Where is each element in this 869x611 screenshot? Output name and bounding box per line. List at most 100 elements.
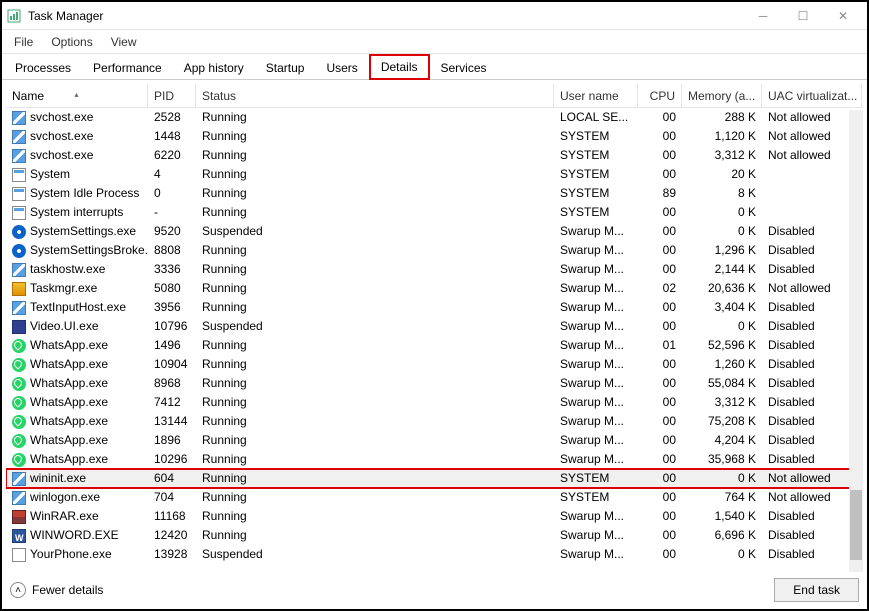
- process-icon: [12, 358, 26, 372]
- header-pid[interactable]: PID: [148, 84, 196, 108]
- table-row[interactable]: Video.UI.exe10796SuspendedSwarup M...000…: [6, 317, 863, 336]
- process-uac: Not allowed: [762, 108, 862, 127]
- process-pid: 704: [148, 488, 196, 507]
- header-status[interactable]: Status: [196, 84, 554, 108]
- menu-view[interactable]: View: [111, 35, 137, 49]
- tab-details[interactable]: Details: [369, 54, 430, 80]
- minimize-button[interactable]: ─: [743, 5, 783, 27]
- header-memory[interactable]: Memory (a...: [682, 84, 762, 108]
- process-cpu: 00: [638, 469, 682, 488]
- process-cpu: 00: [638, 298, 682, 317]
- tab-app-history[interactable]: App history: [173, 56, 255, 79]
- tab-startup[interactable]: Startup: [255, 56, 316, 79]
- table-row[interactable]: WhatsApp.exe10904RunningSwarup M...001,2…: [6, 355, 863, 374]
- end-task-button[interactable]: End task: [774, 578, 859, 602]
- header-name[interactable]: Name▴: [6, 84, 148, 108]
- close-button[interactable]: ✕: [823, 5, 863, 27]
- process-cpu: 00: [638, 127, 682, 146]
- table-row[interactable]: WhatsApp.exe1896RunningSwarup M...004,20…: [6, 431, 863, 450]
- process-uac: Disabled: [762, 336, 862, 355]
- table-row[interactable]: SystemSettings.exe9520SuspendedSwarup M.…: [6, 222, 863, 241]
- process-pid: 7412: [148, 393, 196, 412]
- process-name: WhatsApp.exe: [30, 431, 108, 450]
- table-row[interactable]: YourPhone.exe13928SuspendedSwarup M...00…: [6, 545, 863, 564]
- tab-processes[interactable]: Processes: [4, 56, 82, 79]
- process-name: WinRAR.exe: [30, 507, 99, 526]
- menu-file[interactable]: File: [14, 35, 33, 49]
- table-row[interactable]: wininit.exe604RunningSYSTEM000 KNot allo…: [6, 469, 863, 488]
- process-user: LOCAL SE...: [554, 108, 638, 127]
- process-cpu: 00: [638, 431, 682, 450]
- process-name: TextInputHost.exe: [30, 298, 126, 317]
- tab-services[interactable]: Services: [430, 56, 498, 79]
- table-row[interactable]: WhatsApp.exe13144RunningSwarup M...0075,…: [6, 412, 863, 431]
- process-pid: 13928: [148, 545, 196, 564]
- fewer-details-toggle[interactable]: ˄ Fewer details: [10, 582, 103, 598]
- table-row[interactable]: WinRAR.exe11168RunningSwarup M...001,540…: [6, 507, 863, 526]
- table-row[interactable]: WhatsApp.exe7412RunningSwarup M...003,31…: [6, 393, 863, 412]
- process-name: svchost.exe: [30, 127, 93, 146]
- tab-users[interactable]: Users: [315, 56, 368, 79]
- process-cpu: 00: [638, 241, 682, 260]
- process-name: WhatsApp.exe: [30, 355, 108, 374]
- table-row[interactable]: System Idle Process0RunningSYSTEM898 K: [6, 184, 863, 203]
- title-bar: Task Manager ─ ☐ ✕: [2, 2, 867, 30]
- table-row[interactable]: taskhostw.exe3336RunningSwarup M...002,1…: [6, 260, 863, 279]
- tab-performance[interactable]: Performance: [82, 56, 173, 79]
- process-uac: Disabled: [762, 355, 862, 374]
- process-cpu: 00: [638, 450, 682, 469]
- table-row[interactable]: winlogon.exe704RunningSYSTEM00764 KNot a…: [6, 488, 863, 507]
- process-pid: 11168: [148, 507, 196, 526]
- process-name: Video.UI.exe: [30, 317, 99, 336]
- process-cpu: 01: [638, 336, 682, 355]
- table-row[interactable]: System interrupts-RunningSYSTEM000 K: [6, 203, 863, 222]
- process-icon: [12, 263, 26, 277]
- table-row[interactable]: svchost.exe1448RunningSYSTEM001,120 KNot…: [6, 127, 863, 146]
- process-name: winlogon.exe: [30, 488, 100, 507]
- process-memory: 8 K: [682, 184, 762, 203]
- process-status: Running: [196, 203, 554, 222]
- table-row[interactable]: svchost.exe6220RunningSYSTEM003,312 KNot…: [6, 146, 863, 165]
- process-user: Swarup M...: [554, 279, 638, 298]
- process-cpu: 00: [638, 203, 682, 222]
- process-pid: 13144: [148, 412, 196, 431]
- vertical-scrollbar[interactable]: [849, 110, 863, 572]
- process-uac: Disabled: [762, 298, 862, 317]
- process-icon: [12, 149, 26, 163]
- table-row[interactable]: WINWORD.EXE12420RunningSwarup M...006,69…: [6, 526, 863, 545]
- process-user: Swarup M...: [554, 222, 638, 241]
- process-uac: Disabled: [762, 222, 862, 241]
- process-memory: 55,084 K: [682, 374, 762, 393]
- maximize-button[interactable]: ☐: [783, 5, 823, 27]
- process-rows: svchost.exe2528RunningLOCAL SE...00288 K…: [6, 108, 863, 576]
- header-cpu[interactable]: CPU: [638, 84, 682, 108]
- process-uac: Disabled: [762, 317, 862, 336]
- table-row[interactable]: Taskmgr.exe5080RunningSwarup M...0220,63…: [6, 279, 863, 298]
- scrollbar-thumb[interactable]: [850, 490, 862, 560]
- table-row[interactable]: SystemSettingsBroke...8808RunningSwarup …: [6, 241, 863, 260]
- process-status: Running: [196, 146, 554, 165]
- process-user: Swarup M...: [554, 393, 638, 412]
- header-user[interactable]: User name: [554, 84, 638, 108]
- process-uac: Disabled: [762, 412, 862, 431]
- menu-options[interactable]: Options: [51, 35, 92, 49]
- process-memory: 1,540 K: [682, 507, 762, 526]
- table-row[interactable]: WhatsApp.exe8968RunningSwarup M...0055,0…: [6, 374, 863, 393]
- process-icon: [12, 206, 26, 220]
- table-row[interactable]: TextInputHost.exe3956RunningSwarup M...0…: [6, 298, 863, 317]
- process-pid: 3956: [148, 298, 196, 317]
- process-icon: [12, 282, 26, 296]
- process-memory: 75,208 K: [682, 412, 762, 431]
- table-row[interactable]: System4RunningSYSTEM0020 K: [6, 165, 863, 184]
- process-memory: 288 K: [682, 108, 762, 127]
- table-row[interactable]: WhatsApp.exe1496RunningSwarup M...0152,5…: [6, 336, 863, 355]
- process-icon: [12, 472, 26, 486]
- process-memory: 3,312 K: [682, 393, 762, 412]
- process-uac: [762, 184, 862, 203]
- process-status: Running: [196, 507, 554, 526]
- header-uac[interactable]: UAC virtualizat...: [762, 84, 862, 108]
- table-row[interactable]: WhatsApp.exe10296RunningSwarup M...0035,…: [6, 450, 863, 469]
- table-row[interactable]: svchost.exe2528RunningLOCAL SE...00288 K…: [6, 108, 863, 127]
- process-user: SYSTEM: [554, 184, 638, 203]
- process-name: WhatsApp.exe: [30, 450, 108, 469]
